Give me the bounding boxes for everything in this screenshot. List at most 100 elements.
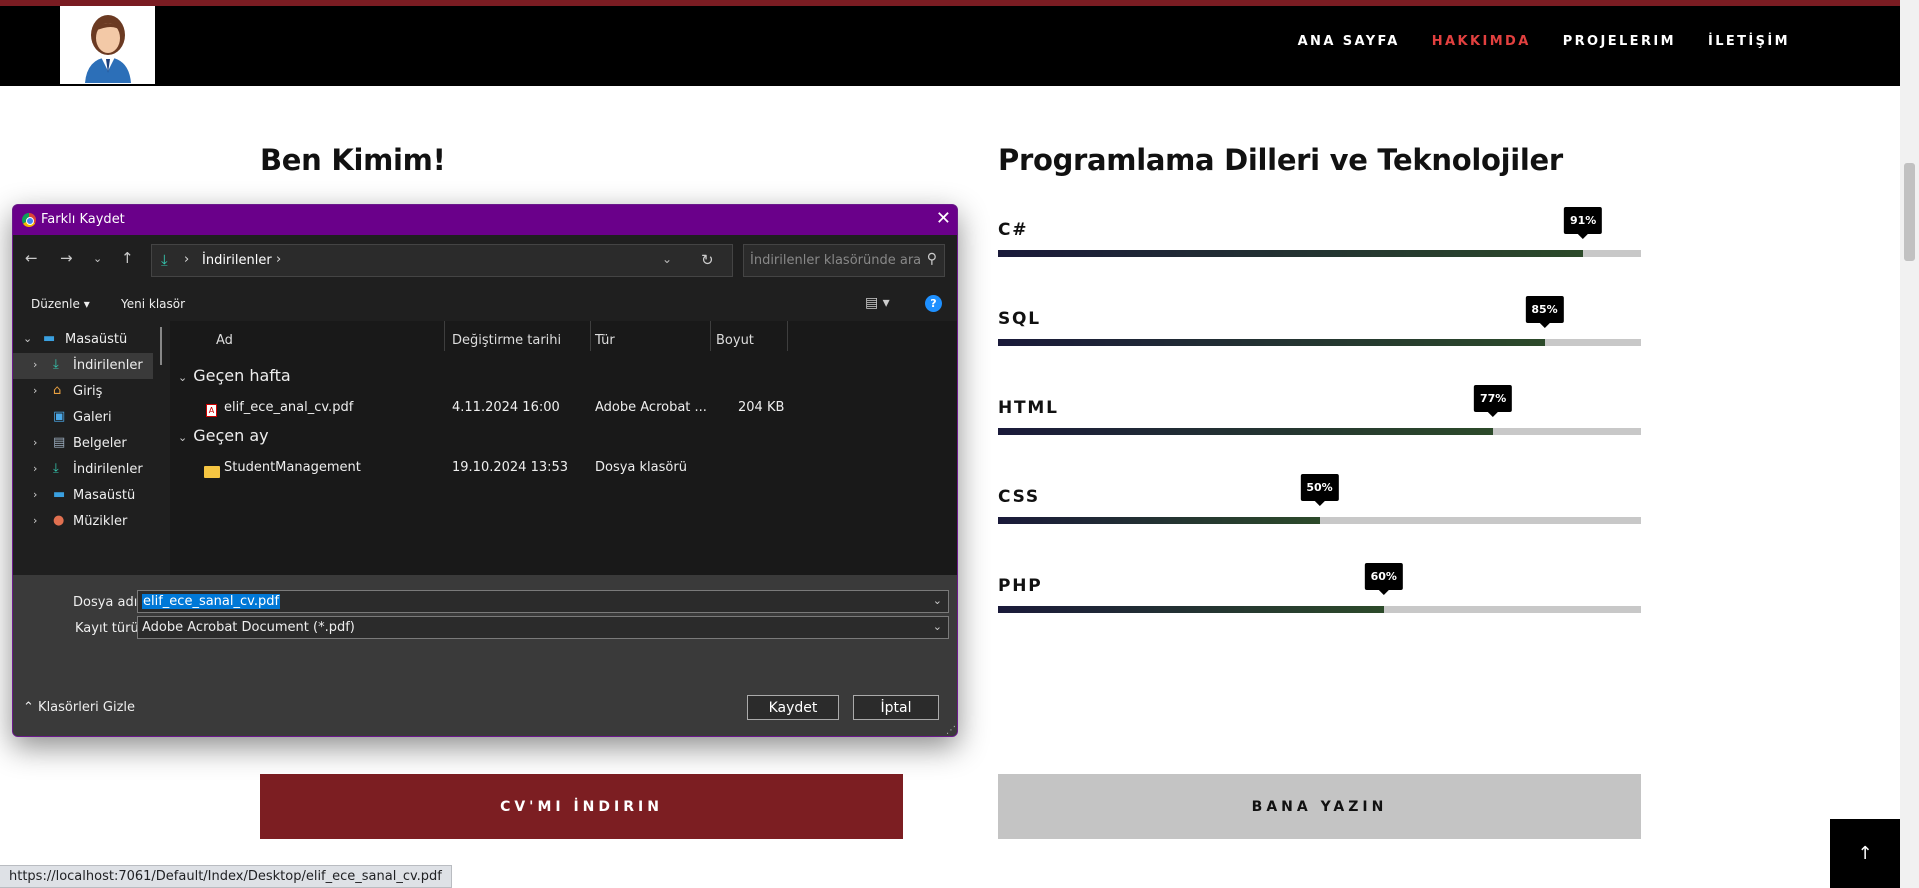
tree-item-desktop[interactable]: ⌄ ▬ Masaüstü — [13, 327, 153, 353]
tree-item-label: İndirilenler — [73, 462, 143, 477]
refresh-icon[interactable]: ↻ — [701, 251, 714, 269]
organize-menu[interactable]: Düzenle ▾ — [31, 297, 90, 311]
tree-item-home[interactable]: › ⌂ Giriş — [13, 379, 153, 405]
chevron-down-icon[interactable]: ⌄ — [933, 594, 942, 607]
column-type[interactable]: Tür — [595, 333, 615, 348]
skill-name: HTML — [998, 398, 1059, 418]
view-options-icon[interactable]: ▤ ▾ — [865, 295, 890, 311]
cancel-button[interactable]: İptal — [853, 695, 939, 720]
search-icon: ⚲ — [926, 251, 937, 267]
skill-progress-track — [998, 517, 1641, 524]
nav-projects[interactable]: PROJELERIM — [1563, 34, 1676, 49]
file-type: Adobe Acrobat ... — [595, 400, 707, 415]
tree-item-desktop-2[interactable]: › ▬ Masaüstü — [13, 483, 153, 509]
file-name: elif_ece_anal_cv.pdf — [224, 400, 354, 415]
desktop-icon: ▬ — [43, 331, 56, 346]
page-scrollbar-thumb[interactable] — [1904, 163, 1915, 261]
filetype-label: Kayıt türü: — [75, 621, 144, 636]
download-icon: ⤓ — [53, 461, 59, 476]
navbar: ANA SAYFA HAKKIMDA PROJELERIM İLETİŞİM — [0, 6, 1900, 86]
forward-icon[interactable]: → — [60, 249, 73, 267]
column-modified[interactable]: Değiştirme tarihi — [452, 333, 561, 348]
caret-down-icon: ▾ — [83, 297, 90, 311]
filename-label: Dosya adı: — [73, 595, 142, 610]
download-cv-button[interactable]: CV'MI İNDIRIN — [260, 774, 903, 839]
resize-grip-icon[interactable]: ⋰ — [946, 725, 956, 736]
file-row[interactable]: StudentManagement 19.10.2024 13:53 Dosya… — [170, 456, 957, 480]
chevron-up-icon: ⌃ — [23, 700, 34, 715]
tree-item-documents[interactable]: › ▤ Belgeler — [13, 431, 153, 457]
skill-progress-fill — [998, 250, 1584, 257]
command-bar: Düzenle ▾ Yeni klasör ▤ ▾ ? — [13, 287, 957, 321]
download-icon: ⤓ — [161, 251, 168, 269]
skill-progress-fill — [998, 339, 1545, 346]
tree-item-gallery[interactable]: ▣ Galeri — [13, 405, 153, 431]
skill-progress-fill — [998, 428, 1494, 435]
column-name[interactable]: Ad — [216, 333, 233, 348]
skill-progress-track — [998, 428, 1641, 435]
column-size[interactable]: Boyut — [716, 333, 754, 348]
hide-folders-label: Klasörleri Gizle — [38, 700, 136, 715]
new-folder-button[interactable]: Yeni klasör — [121, 297, 185, 311]
group-header-last-week[interactable]: ⌄ Geçen hafta — [178, 366, 291, 385]
nav-contact[interactable]: İLETİŞİM — [1708, 34, 1790, 49]
skill-item: C# 91% — [998, 207, 1641, 290]
nav-about[interactable]: HAKKIMDA — [1432, 34, 1531, 49]
back-icon[interactable]: ← — [25, 249, 38, 267]
skill-item: CSS 50% — [998, 474, 1641, 557]
chevron-down-icon[interactable]: ⌄ — [933, 620, 942, 633]
file-size: 204 KB — [738, 400, 785, 415]
column-separator[interactable] — [710, 321, 711, 351]
chevron-right-icon[interactable]: › — [33, 358, 37, 371]
chevron-right-icon[interactable]: › — [33, 488, 37, 501]
close-icon[interactable]: ✕ — [936, 208, 951, 229]
chevron-right-icon[interactable]: › — [33, 462, 37, 475]
chevron-down-icon[interactable]: ⌄ — [23, 332, 32, 345]
file-row[interactable]: A elif_ece_anal_cv.pdf 4.11.2024 16:00 A… — [170, 396, 957, 420]
home-icon: ⌂ — [53, 383, 62, 398]
column-separator[interactable] — [444, 321, 445, 351]
filetype-select[interactable]: Adobe Acrobat Document (*.pdf) ⌄ — [137, 616, 949, 639]
skills-title: Programlama Dilleri ve Teknolojiler — [998, 143, 1563, 177]
filename-value: elif_ece_sanal_cv.pdf — [142, 594, 281, 609]
chevron-down-icon[interactable]: ⌄ — [93, 252, 102, 265]
skill-progress-track — [998, 606, 1641, 613]
tree-item-downloads-2[interactable]: › ⤓ İndirilenler — [13, 457, 153, 483]
dialog-titlebar[interactable]: Farklı Kaydet ✕ — [13, 205, 957, 235]
logo[interactable] — [60, 6, 155, 84]
tree-scrollbar[interactable] — [160, 327, 162, 365]
filetype-value: Adobe Acrobat Document (*.pdf) — [142, 620, 355, 635]
avatar-icon — [84, 15, 131, 83]
page-scrollbar[interactable] — [1900, 0, 1919, 888]
tree-item-label: Masaüstü — [65, 332, 128, 347]
save-button[interactable]: Kaydet — [747, 695, 839, 720]
dialog-navigation-bar: ← → ⌄ ↑ ⤓ › İndirilenler › ⌄ ↻ İndirilen… — [13, 235, 957, 287]
help-icon[interactable]: ? — [925, 295, 942, 312]
tree-item-music[interactable]: › ● Müzikler — [13, 509, 153, 535]
address-bar[interactable]: ⤓ › İndirilenler › ⌄ ↻ — [151, 244, 733, 277]
chevron-right-icon[interactable]: › — [33, 514, 37, 527]
tree-item-downloads[interactable]: › ⤓ İndirilenler — [13, 353, 153, 379]
chevron-right-icon: › — [184, 252, 190, 267]
nav-home[interactable]: ANA SAYFA — [1298, 34, 1400, 49]
hide-folders-toggle[interactable]: ⌃ Klasörleri Gizle — [23, 700, 135, 715]
filename-input[interactable]: elif_ece_sanal_cv.pdf ⌄ — [137, 590, 949, 613]
file-name: StudentManagement — [224, 460, 361, 475]
arrow-up-icon: ↑ — [1857, 843, 1873, 864]
column-separator[interactable] — [787, 321, 788, 351]
column-separator[interactable] — [590, 321, 591, 351]
write-me-button[interactable]: BANA YAZIN — [998, 774, 1641, 839]
search-placeholder: İndirilenler klasöründe ara — [750, 253, 922, 268]
address-dropdown-icon[interactable]: ⌄ — [662, 252, 672, 266]
tree-item-label: Galeri — [73, 410, 112, 425]
skill-name: C# — [998, 220, 1029, 240]
up-icon[interactable]: ↑ — [121, 249, 134, 267]
tree-item-label: İndirilenler — [73, 358, 143, 373]
search-input[interactable]: İndirilenler klasöründe ara ⚲ — [743, 244, 945, 277]
chevron-down-icon: ⌄ — [178, 431, 188, 444]
scroll-to-top-button[interactable]: ↑ — [1830, 819, 1900, 888]
chevron-right-icon[interactable]: › — [33, 384, 37, 397]
gallery-icon: ▣ — [53, 409, 66, 424]
group-header-last-month[interactable]: ⌄ Geçen ay — [178, 426, 269, 445]
chevron-right-icon[interactable]: › — [33, 436, 37, 449]
